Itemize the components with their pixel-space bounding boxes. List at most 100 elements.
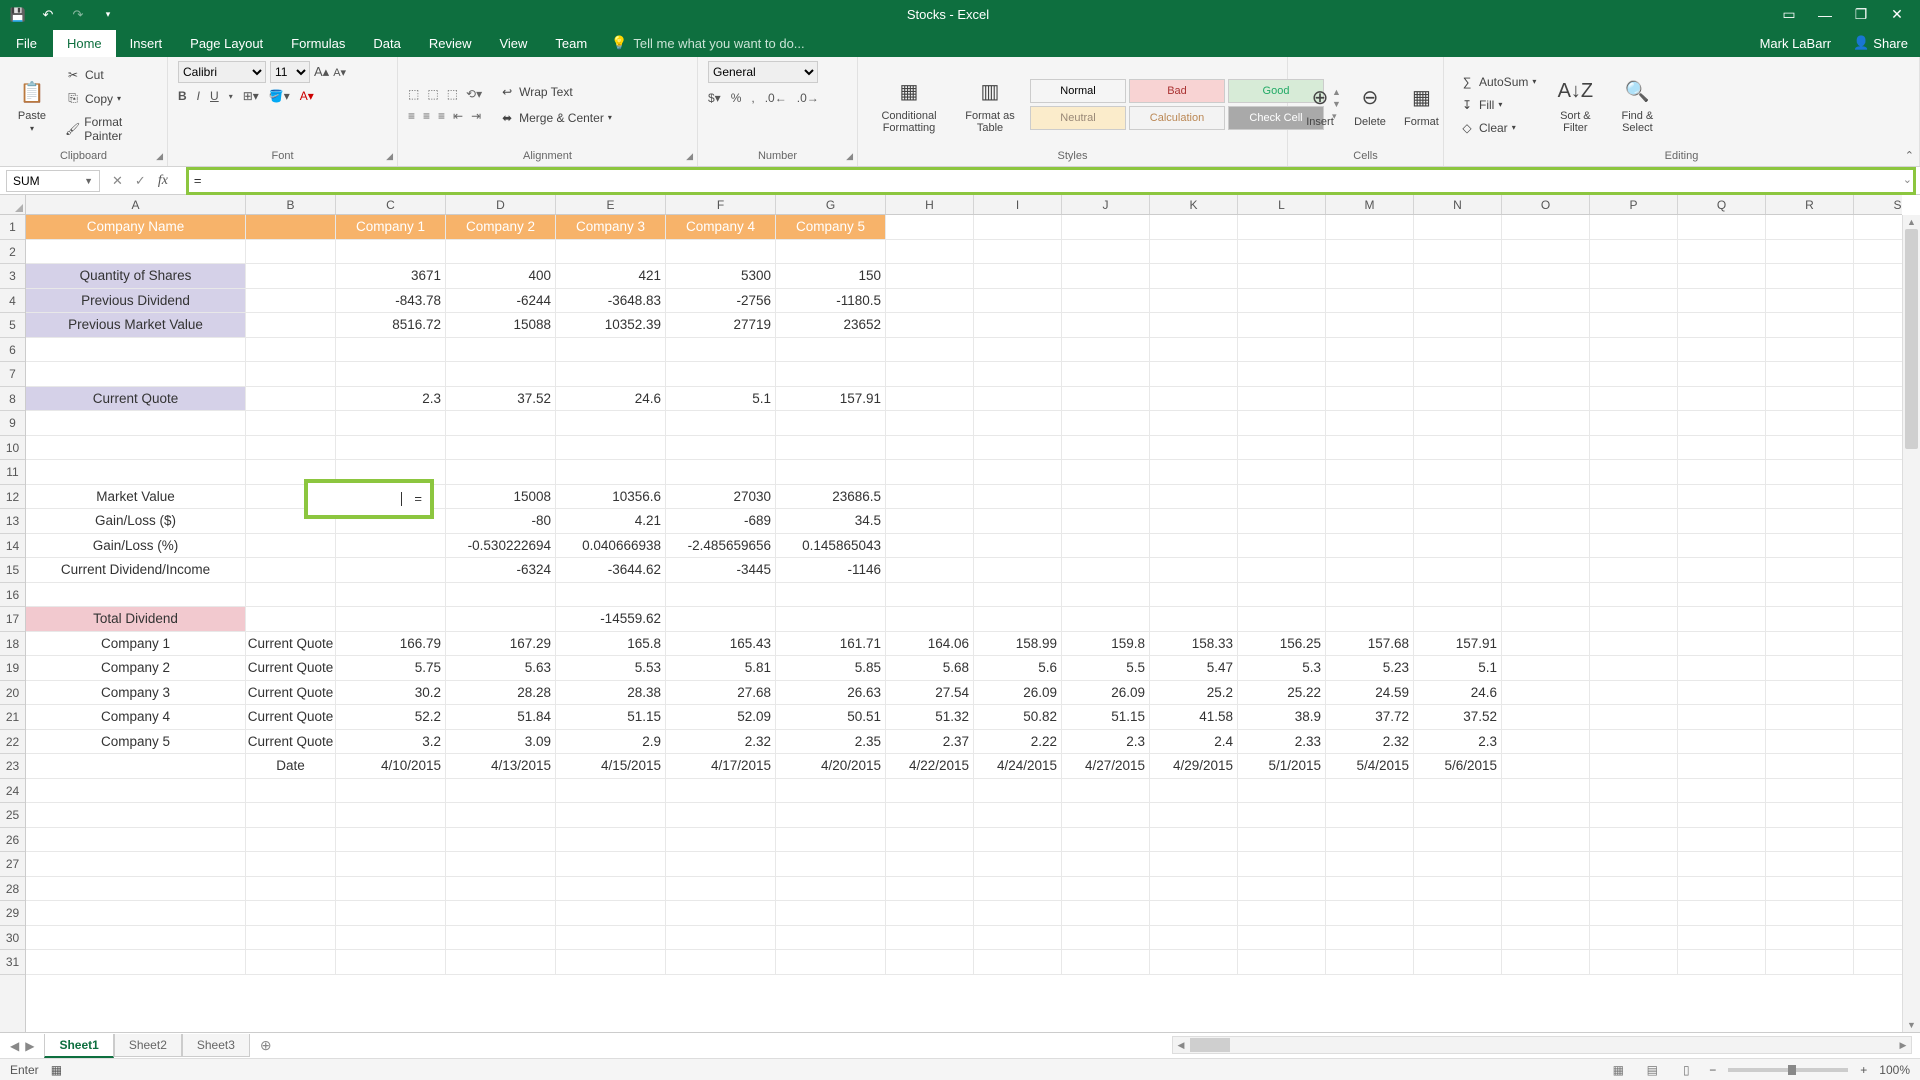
cell-R18[interactable] xyxy=(1766,632,1854,657)
cell-G10[interactable] xyxy=(776,436,886,461)
cell-M8[interactable] xyxy=(1326,387,1414,412)
cell-N16[interactable] xyxy=(1414,583,1502,608)
col-header-G[interactable]: G xyxy=(776,195,886,214)
cell-A10[interactable] xyxy=(26,436,246,461)
cell-R10[interactable] xyxy=(1766,436,1854,461)
cell-J19[interactable]: 5.5 xyxy=(1062,656,1150,681)
cell-D13[interactable]: -80 xyxy=(446,509,556,534)
cell-A13[interactable]: Gain/Loss ($) xyxy=(26,509,246,534)
cell-D28[interactable] xyxy=(446,877,556,902)
row-header-20[interactable]: 20 xyxy=(0,681,25,706)
font-dialog-icon[interactable]: ◢ xyxy=(386,151,393,162)
cell-F22[interactable]: 2.32 xyxy=(666,730,776,755)
cell-K20[interactable]: 25.2 xyxy=(1150,681,1238,706)
cell-D17[interactable] xyxy=(446,607,556,632)
cell-N11[interactable] xyxy=(1414,460,1502,485)
cell-L16[interactable] xyxy=(1238,583,1326,608)
cell-A29[interactable] xyxy=(26,901,246,926)
col-header-P[interactable]: P xyxy=(1590,195,1678,214)
cell-A5[interactable]: Previous Market Value xyxy=(26,313,246,338)
cell-K4[interactable] xyxy=(1150,289,1238,314)
zoom-knob[interactable] xyxy=(1788,1065,1796,1075)
align-right-icon[interactable]: ≡ xyxy=(438,109,445,123)
qat-customize-icon[interactable]: ▾ xyxy=(100,7,116,23)
cell-K14[interactable] xyxy=(1150,534,1238,559)
cell-F2[interactable] xyxy=(666,240,776,265)
cell-C3[interactable]: 3671 xyxy=(336,264,446,289)
cell-D11[interactable] xyxy=(446,460,556,485)
cell-G18[interactable]: 161.71 xyxy=(776,632,886,657)
cell-R30[interactable] xyxy=(1766,926,1854,951)
cell-P29[interactable] xyxy=(1590,901,1678,926)
cell-P4[interactable] xyxy=(1590,289,1678,314)
cell-C29[interactable] xyxy=(336,901,446,926)
cell-P9[interactable] xyxy=(1590,411,1678,436)
cell-F7[interactable] xyxy=(666,362,776,387)
expand-formula-icon[interactable]: ⌄ xyxy=(1903,173,1912,186)
cell-E24[interactable] xyxy=(556,779,666,804)
cell-R8[interactable] xyxy=(1766,387,1854,412)
cell-R23[interactable] xyxy=(1766,754,1854,779)
cell-B30[interactable] xyxy=(246,926,336,951)
cell-O14[interactable] xyxy=(1502,534,1590,559)
font-color-button[interactable]: A▾ xyxy=(300,89,314,103)
cell-E28[interactable] xyxy=(556,877,666,902)
cell-P23[interactable] xyxy=(1590,754,1678,779)
cell-R29[interactable] xyxy=(1766,901,1854,926)
sheet-nav-next-icon[interactable]: ▶ xyxy=(25,1039,34,1053)
horizontal-scrollbar[interactable]: ◀ ▶ xyxy=(1172,1036,1912,1054)
cell-A7[interactable] xyxy=(26,362,246,387)
cell-K12[interactable] xyxy=(1150,485,1238,510)
cell-J30[interactable] xyxy=(1062,926,1150,951)
hscroll-thumb[interactable] xyxy=(1190,1038,1230,1052)
cell-K18[interactable]: 158.33 xyxy=(1150,632,1238,657)
cell-E20[interactable]: 28.38 xyxy=(556,681,666,706)
cell-E30[interactable] xyxy=(556,926,666,951)
cell-B2[interactable] xyxy=(246,240,336,265)
cell-H4[interactable] xyxy=(886,289,974,314)
cell-I3[interactable] xyxy=(974,264,1062,289)
row-header-9[interactable]: 9 xyxy=(0,411,25,436)
cell-R3[interactable] xyxy=(1766,264,1854,289)
cell-M28[interactable] xyxy=(1326,877,1414,902)
cell-D15[interactable]: -6324 xyxy=(446,558,556,583)
cell-E1[interactable]: Company 3 xyxy=(556,215,666,240)
row-header-24[interactable]: 24 xyxy=(0,779,25,804)
cell-L24[interactable] xyxy=(1238,779,1326,804)
cell-C22[interactable]: 3.2 xyxy=(336,730,446,755)
row-header-27[interactable]: 27 xyxy=(0,852,25,877)
cell-G31[interactable] xyxy=(776,950,886,975)
user-name[interactable]: Mark LaBarr xyxy=(1750,30,1842,57)
inc-decimal-icon[interactable]: .0← xyxy=(765,91,787,105)
zoom-out-icon[interactable]: − xyxy=(1709,1063,1716,1077)
cell-D30[interactable] xyxy=(446,926,556,951)
alignment-dialog-icon[interactable]: ◢ xyxy=(686,151,693,162)
collapse-ribbon-icon[interactable]: ⌃ xyxy=(1905,149,1914,162)
cell-L22[interactable]: 2.33 xyxy=(1238,730,1326,755)
cell-N23[interactable]: 5/6/2015 xyxy=(1414,754,1502,779)
cell-M16[interactable] xyxy=(1326,583,1414,608)
cell-R22[interactable] xyxy=(1766,730,1854,755)
cell-E27[interactable] xyxy=(556,852,666,877)
cell-C1[interactable]: Company 1 xyxy=(336,215,446,240)
cell-K19[interactable]: 5.47 xyxy=(1150,656,1238,681)
cell-N7[interactable] xyxy=(1414,362,1502,387)
cell-F27[interactable] xyxy=(666,852,776,877)
cell-P24[interactable] xyxy=(1590,779,1678,804)
cell-A24[interactable] xyxy=(26,779,246,804)
grow-font-icon[interactable]: A▴ xyxy=(314,64,329,80)
cell-B17[interactable] xyxy=(246,607,336,632)
format-cells-button[interactable]: ▦Format xyxy=(1398,80,1445,130)
cell-A12[interactable]: Market Value xyxy=(26,485,246,510)
cell-L7[interactable] xyxy=(1238,362,1326,387)
cell-R17[interactable] xyxy=(1766,607,1854,632)
cell-N14[interactable] xyxy=(1414,534,1502,559)
cell-D19[interactable]: 5.63 xyxy=(446,656,556,681)
style-calculation[interactable]: Calculation xyxy=(1129,106,1225,130)
cell-M2[interactable] xyxy=(1326,240,1414,265)
cell-O4[interactable] xyxy=(1502,289,1590,314)
cell-I19[interactable]: 5.6 xyxy=(974,656,1062,681)
cell-E12[interactable]: 10356.6 xyxy=(556,485,666,510)
close-icon[interactable]: ✕ xyxy=(1888,6,1906,24)
cell-H2[interactable] xyxy=(886,240,974,265)
